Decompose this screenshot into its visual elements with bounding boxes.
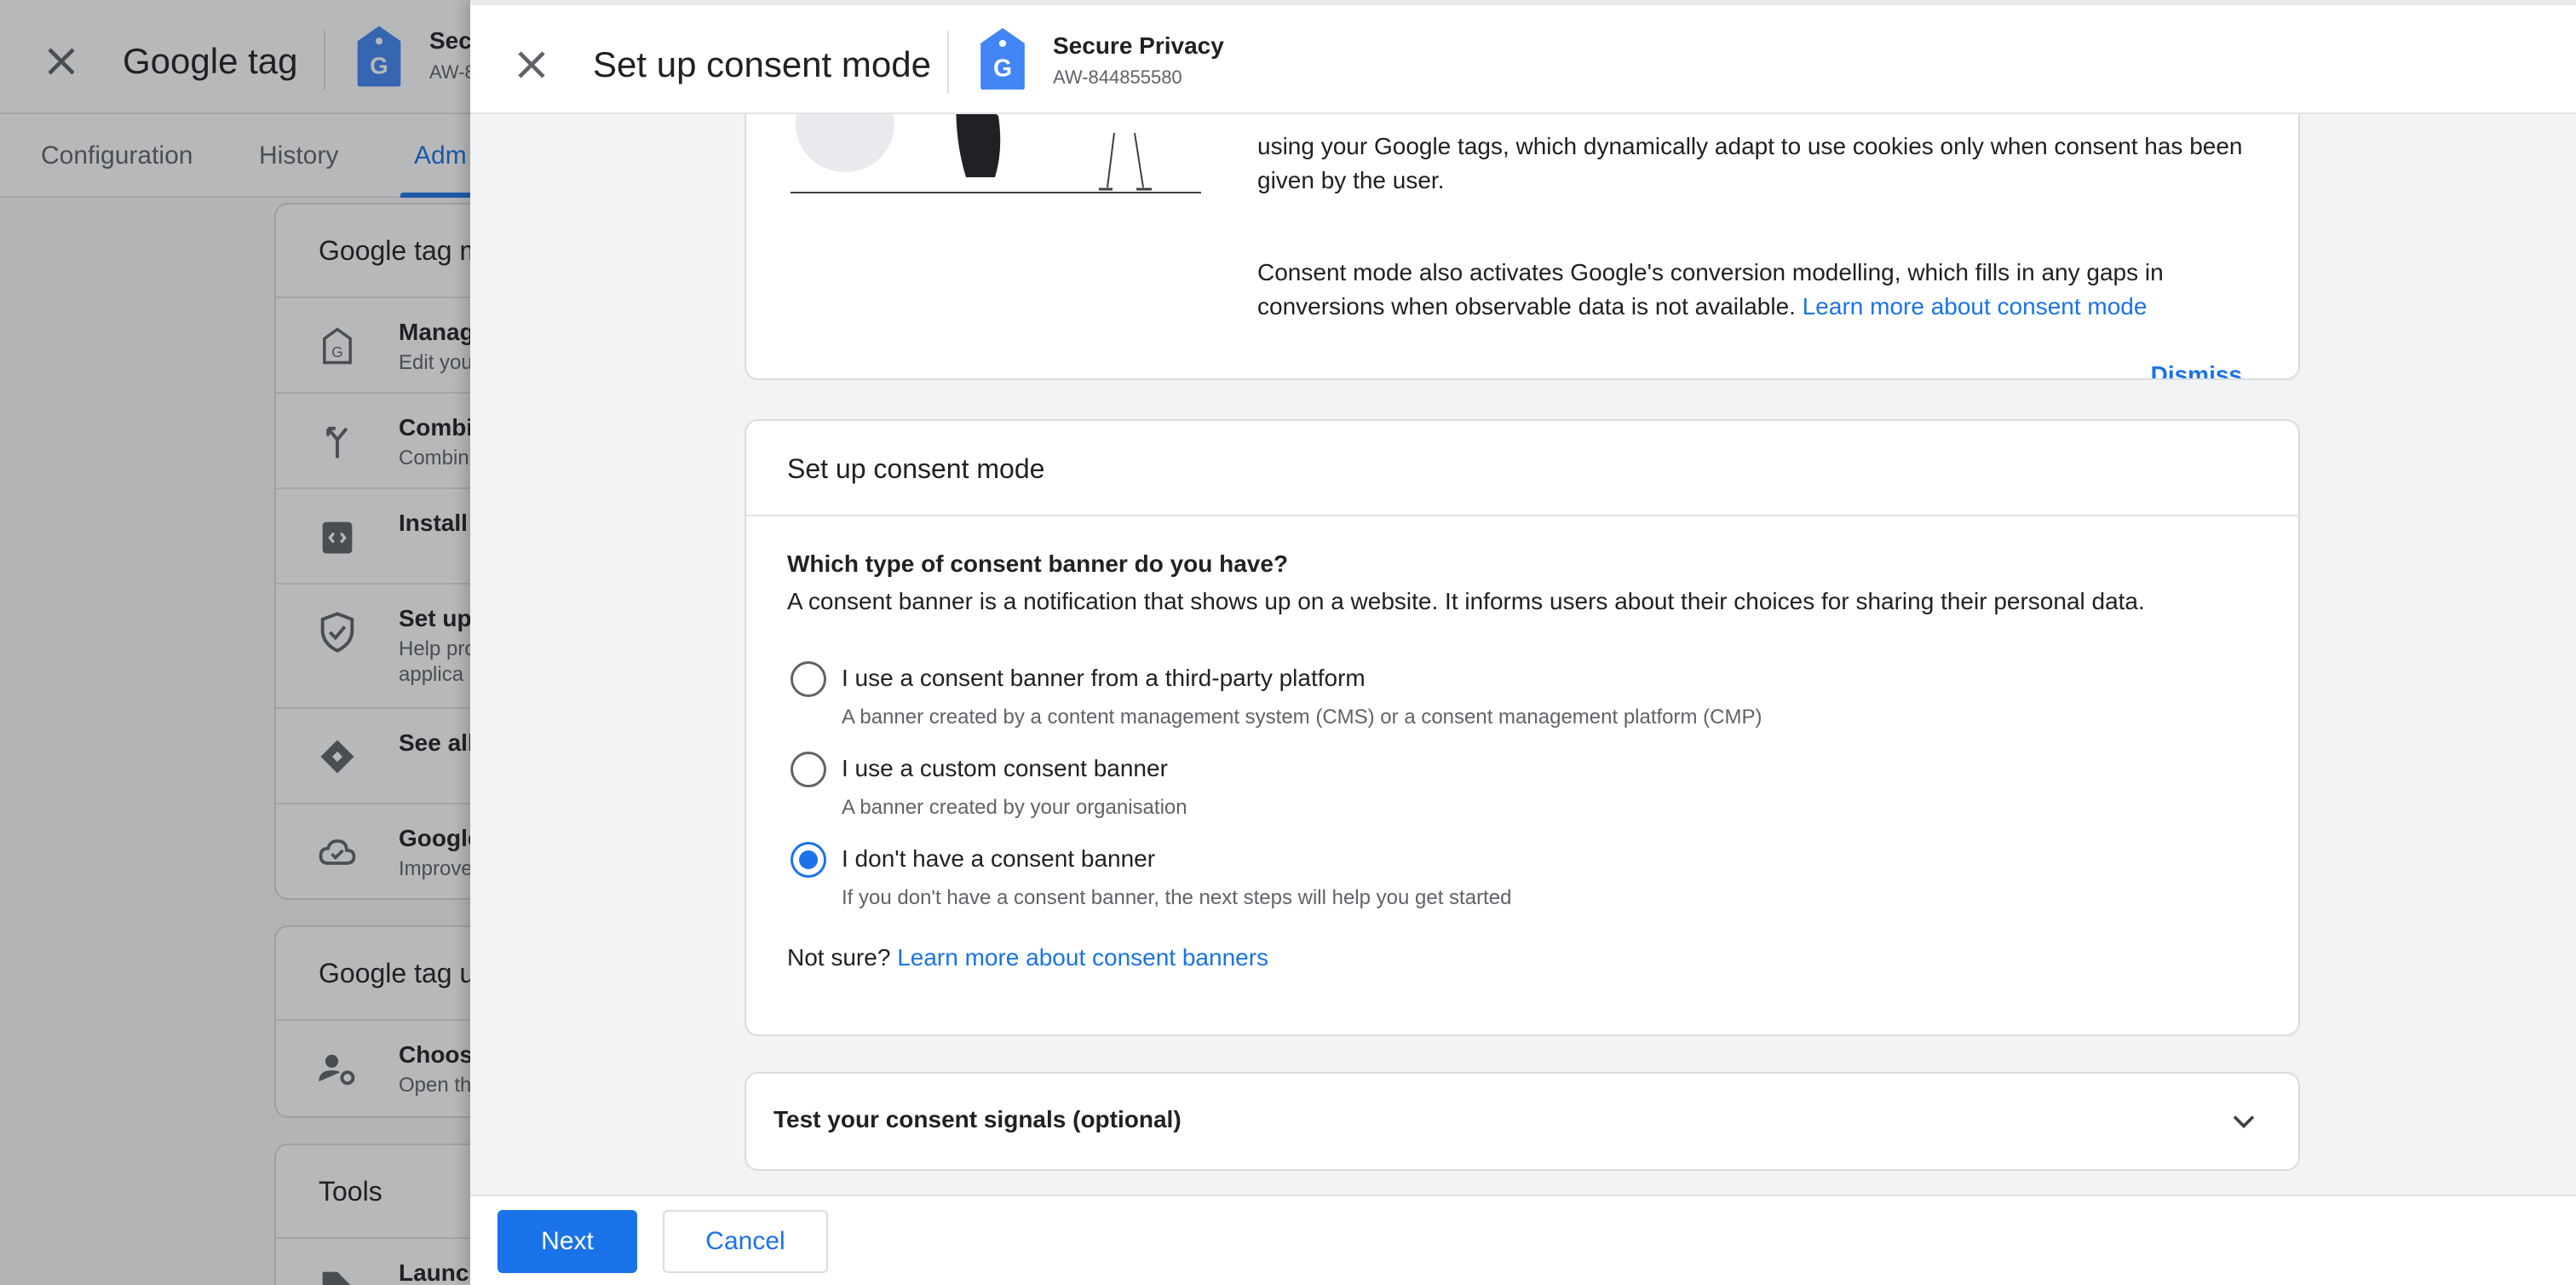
sheet-footer: Next Cancel bbox=[470, 1195, 2576, 1285]
next-button[interactable]: Next bbox=[497, 1210, 637, 1273]
setup-consent-card: Set up consent mode Which type of consen… bbox=[745, 419, 2300, 1036]
option-label: I use a consent banner from a third-part… bbox=[842, 665, 1366, 691]
option-description: If you don't have a consent banner, the … bbox=[842, 886, 1512, 909]
option-description: A banner created by a content management… bbox=[842, 706, 1762, 729]
svg-text:G: G bbox=[993, 55, 1012, 83]
google-tag-icon: G bbox=[980, 27, 1025, 90]
sheet-title: Set up consent mode bbox=[593, 44, 931, 84]
banner-type-description: A consent banner is a notification that … bbox=[787, 588, 2145, 614]
intro-paragraph-1: using your Google tags, which dynamicall… bbox=[1257, 133, 2243, 193]
dismiss-button[interactable]: Dismiss bbox=[2151, 361, 2242, 378]
option-custom-banner[interactable]: I use a custom consent banner A banner c… bbox=[787, 748, 2235, 830]
test-consent-signals-panel[interactable]: Test your consent signals (optional) bbox=[745, 1072, 2300, 1171]
not-sure-text: Not sure? Learn more about consent banne… bbox=[787, 944, 1268, 971]
tag-id: AW-844855580 bbox=[1053, 66, 1182, 88]
banner-type-question: Which type of consent banner do you have… bbox=[787, 550, 1289, 577]
setup-card-header: Set up consent mode bbox=[746, 421, 2298, 516]
radio-button[interactable] bbox=[791, 661, 826, 697]
not-sure-label: Not sure? bbox=[787, 944, 891, 971]
app-root: Google tag G Sec AW-8 Configuration Hist… bbox=[0, 0, 2576, 1285]
option-description: A banner created by your organisation bbox=[842, 796, 1187, 819]
consent-mode-sheet: Set up consent mode G Secure Privacy AW-… bbox=[470, 0, 2576, 1285]
learn-more-consent-mode-link[interactable]: Learn more about consent mode bbox=[1803, 293, 2148, 320]
learn-more-consent-banners-link[interactable]: Learn more about consent banners bbox=[897, 944, 1268, 971]
sheet-scroll-area[interactable]: using your Google tags, which dynamicall… bbox=[470, 114, 2576, 1195]
consent-illustration bbox=[791, 114, 1201, 193]
radio-button[interactable] bbox=[791, 752, 826, 787]
close-icon[interactable] bbox=[508, 41, 555, 89]
setup-card-title: Set up consent mode bbox=[787, 453, 1045, 484]
option-no-banner[interactable]: I don't have a consent banner If you don… bbox=[787, 838, 2235, 920]
option-label: I use a custom consent banner bbox=[842, 755, 1168, 781]
sheet-header: Set up consent mode G Secure Privacy AW-… bbox=[470, 0, 2576, 114]
option-label: I don't have a consent banner bbox=[842, 845, 1156, 872]
header-divider bbox=[947, 31, 949, 94]
test-panel-title: Test your consent signals (optional) bbox=[773, 1106, 1182, 1132]
radio-button-selected[interactable] bbox=[791, 842, 826, 878]
cancel-button[interactable]: Cancel bbox=[663, 1210, 828, 1273]
chevron-down-icon[interactable] bbox=[2225, 1103, 2263, 1140]
intro-card: using your Google tags, which dynamicall… bbox=[745, 114, 2300, 380]
option-third-party-banner[interactable]: I use a consent banner from a third-part… bbox=[787, 658, 2235, 740]
intro-paragraph-2: Consent mode also activates Google's con… bbox=[1257, 256, 2263, 324]
tag-name: Secure Privacy bbox=[1053, 32, 1224, 59]
